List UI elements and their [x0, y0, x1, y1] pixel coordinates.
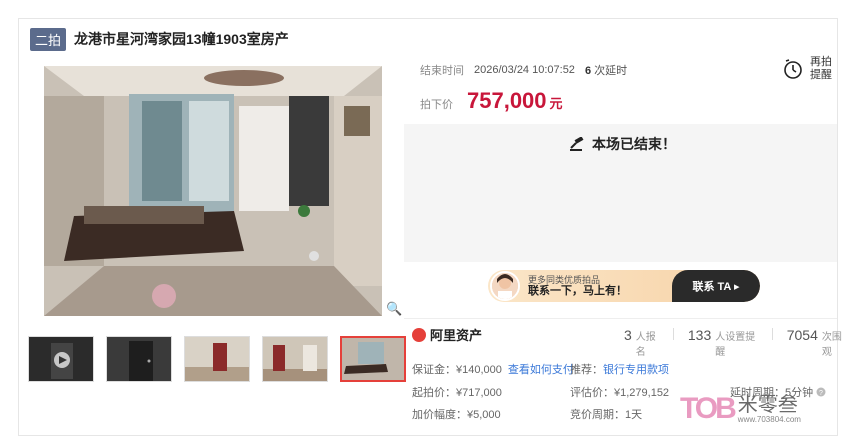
thumbnail-strip: [28, 336, 406, 382]
thumbnail-hall[interactable]: [262, 336, 328, 382]
thumbnail-room[interactable]: [184, 336, 250, 382]
recommend-text: 推荐：: [570, 364, 603, 376]
thumbnail-dining-active[interactable]: [340, 336, 406, 382]
remind-line1: 再拍: [810, 56, 832, 68]
increment: 加价幅度：¥5,000: [412, 409, 501, 421]
delay-label: 次延时: [594, 65, 628, 77]
stat-label: 人报名: [635, 332, 656, 358]
watermark-logo: TOB: [680, 392, 737, 425]
ali-logo-icon: [412, 327, 426, 342]
platform-brand: 阿里资产: [412, 325, 482, 344]
deposit-text: 保证金：¥140,000: [412, 364, 502, 376]
room-photo: [44, 66, 382, 316]
stat-value: 3: [624, 327, 632, 343]
watermark-url: www.703804.com: [737, 414, 801, 424]
contact-button[interactable]: 联系 TA ▸: [672, 270, 760, 302]
recommend-link[interactable]: 银行专用款项: [603, 364, 669, 376]
stat-value: 7054: [786, 327, 818, 343]
stats-bar: 3 人报名 133 人设置提醒 7054 次围观: [618, 327, 851, 358]
page-header: 二拍 龙港市星河湾家园13幢1903室房产: [30, 27, 289, 51]
remind-line2: 提醒: [810, 69, 832, 81]
watermark-name: 米零叁: [737, 393, 798, 416]
round-tag: 二拍: [30, 27, 67, 51]
stat-label: 次围观: [821, 332, 842, 358]
deposit-row: 保证金：¥140,000 查看如何支付: [412, 361, 574, 377]
start-price: 起拍价：¥717,000: [412, 387, 502, 399]
final-price: 757,000 元: [467, 88, 563, 113]
gavel-icon: [570, 137, 584, 151]
banner-line2: 联系一下，马上有！: [528, 285, 627, 297]
watermark: TOB 米零叁 www.703804.com: [680, 392, 801, 426]
banner-text: 更多同类优质拍品 联系一下，马上有！: [528, 275, 627, 297]
delay-count: 6: [584, 65, 592, 77]
stat-value: 133: [687, 327, 712, 343]
stat-label: 人设置提醒: [715, 332, 756, 358]
auction-ended-status: 本场已结束！: [570, 134, 676, 154]
bid-period: 竞价周期：1天: [570, 409, 643, 421]
ended-text: 本场已结束！: [592, 136, 676, 152]
page-title: 龙港市星河湾家园13幢1903室房产: [74, 31, 289, 47]
platform-name: 阿里资产: [430, 328, 483, 343]
assess-price: 评估价：¥1,279,152: [570, 387, 670, 399]
thumbnail-door[interactable]: [106, 336, 172, 382]
end-time-label: 结束时间: [420, 65, 464, 77]
contact-banner[interactable]: 更多同类优质拍品 联系一下，马上有！ 联系 TA ▸: [488, 270, 760, 302]
help-icon[interactable]: ?: [816, 387, 826, 397]
end-time-row: 结束时间 2026/03/24 10:07:52 6 次延时: [420, 62, 627, 78]
zoom-icon[interactable]: 🔍: [386, 301, 402, 317]
agent-avatar: [490, 271, 520, 301]
recommend-row: 推荐：银行专用款项: [570, 361, 669, 377]
alarm-clock-icon: [784, 59, 802, 79]
deposit-link[interactable]: 查看如何支付: [508, 364, 574, 376]
price-unit: 元: [549, 96, 563, 111]
price-row: 拍下价 757,000 元: [420, 88, 563, 114]
main-photo[interactable]: [44, 66, 382, 316]
thumbnail-video[interactable]: [28, 336, 94, 382]
remind-button[interactable]: 再拍 提醒: [782, 56, 832, 82]
end-time-value: 2026/03/24 10:07:52: [474, 64, 575, 76]
price-label: 拍下价: [420, 99, 453, 111]
svg-text:?: ?: [819, 390, 823, 397]
divider: [404, 318, 837, 319]
